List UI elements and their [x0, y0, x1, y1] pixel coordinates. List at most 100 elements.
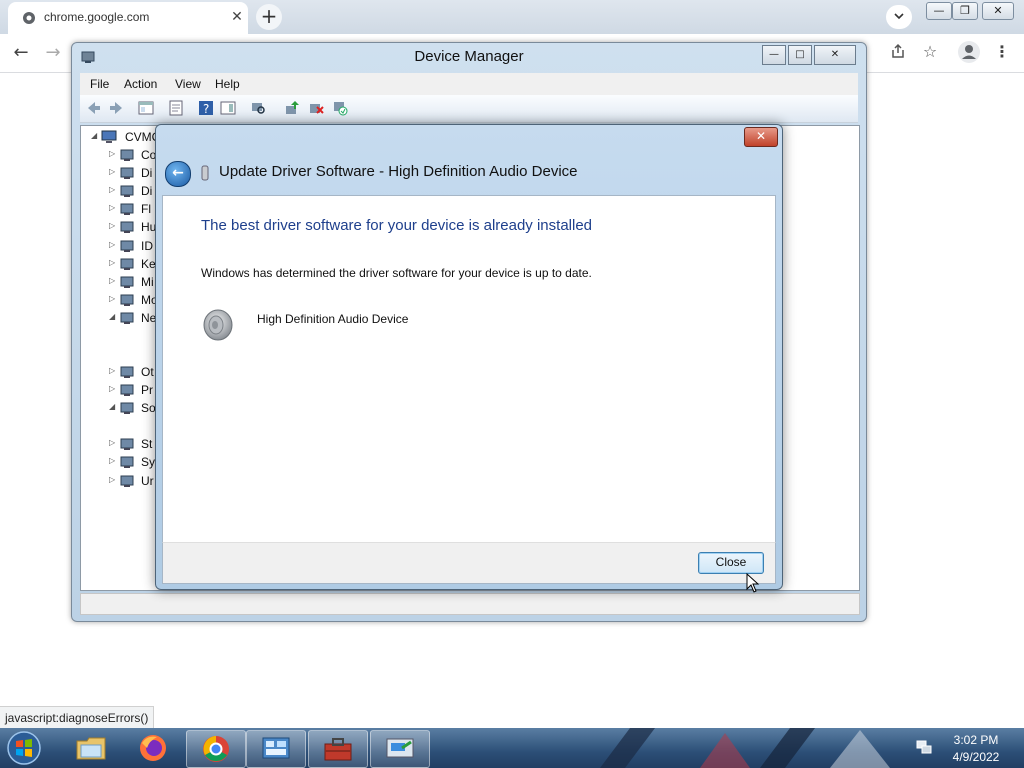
browser-menu-icon[interactable]: ⋮ — [994, 42, 1010, 62]
forward-arrow-icon[interactable] — [108, 100, 124, 116]
close-button[interactable]: Close — [698, 552, 764, 574]
sound-icon — [120, 402, 134, 415]
dialog-title: Update Driver Software - High Definition… — [219, 163, 578, 180]
expand-arrow-icon[interactable]: ▷ — [109, 149, 117, 158]
taskbar-firefox[interactable] — [124, 730, 182, 766]
window-title: Device Manager — [414, 48, 524, 65]
tab-search-button[interactable] — [886, 5, 912, 29]
taskbar: 3:02 PM 4/9/2022 — [0, 728, 1024, 768]
profile-avatar-icon[interactable] — [958, 41, 980, 63]
tree-item-label: Di — [141, 166, 153, 181]
chevron-down-icon — [894, 13, 904, 20]
expand-arrow-icon[interactable]: ▷ — [109, 438, 117, 447]
expand-arrow-icon[interactable]: ▷ — [109, 384, 117, 393]
status-bar — [80, 593, 860, 615]
mouse-cursor-icon — [746, 573, 760, 593]
restore-button[interactable]: ❐ — [952, 2, 978, 20]
clock-time[interactable]: 3:02 PM — [944, 733, 1008, 747]
hid-icon — [120, 221, 134, 234]
close-tab-icon[interactable]: ✕ — [228, 8, 246, 26]
new-tab-button[interactable]: + — [256, 4, 282, 30]
show-hide-tree-icon[interactable] — [138, 100, 154, 116]
display-adapter-icon — [120, 185, 134, 198]
menu-view[interactable]: View — [175, 77, 201, 91]
expand-arrow-icon[interactable]: ◢ — [109, 312, 117, 321]
computer-icon — [120, 149, 134, 161]
scan-hardware-icon[interactable] — [250, 100, 266, 116]
back-arrow-icon[interactable] — [86, 100, 102, 116]
maximize-button[interactable]: □ — [788, 45, 812, 65]
dialog-footer: Close — [162, 542, 776, 584]
tree-item-label: St — [141, 437, 153, 452]
clock-date[interactable]: 4/9/2022 — [944, 750, 1008, 764]
expand-arrow-icon[interactable]: ▷ — [109, 185, 117, 194]
firefox-icon — [140, 735, 166, 761]
expand-arrow-icon[interactable]: ▷ — [109, 456, 117, 465]
bookmark-star-icon[interactable]: ☆ — [920, 42, 940, 62]
minimize-button[interactable]: — — [762, 45, 786, 65]
close-window-button[interactable]: ✕ — [982, 2, 1014, 20]
toolbox-icon — [324, 738, 352, 761]
expand-arrow-icon[interactable]: ▷ — [109, 294, 117, 303]
start-button[interactable] — [2, 729, 46, 767]
expand-arrow-icon[interactable]: ▷ — [109, 221, 117, 230]
expand-arrow-icon[interactable]: ▷ — [109, 366, 117, 375]
taskbar-device-manager[interactable] — [370, 730, 430, 768]
disk-drive-icon — [120, 167, 134, 180]
device-manager-toolbar: ? — [80, 95, 858, 123]
browser-tab[interactable]: chrome.google.com ✕ — [8, 2, 248, 34]
taskbar-file-explorer[interactable] — [62, 730, 120, 766]
speaker-icon — [203, 309, 233, 341]
expand-arrow-icon[interactable]: ▷ — [109, 167, 117, 176]
dialog-heading: The best driver software for your device… — [201, 217, 593, 234]
action-pane-icon[interactable] — [220, 100, 236, 116]
other-devices-icon — [120, 366, 134, 378]
device-manager-icon — [386, 738, 414, 758]
processor-icon — [120, 384, 134, 397]
help-icon[interactable]: ? — [198, 100, 214, 116]
properties-icon[interactable] — [168, 100, 184, 116]
globe-icon — [23, 12, 35, 24]
menu-action[interactable]: Action — [124, 77, 157, 91]
back-arrow-icon[interactable]: ← — [165, 161, 191, 187]
taskbar-chrome[interactable] — [186, 730, 246, 768]
speaker-small-icon — [201, 165, 209, 181]
tree-item-label: Sy — [141, 455, 156, 470]
close-window-button[interactable]: ✕ — [814, 45, 856, 65]
taskbar-control-panel[interactable] — [246, 730, 306, 768]
menu-bar: File Action View Help — [80, 73, 858, 95]
tree-item-label: Ur — [141, 473, 154, 488]
computer-icon — [101, 130, 117, 143]
minimize-button[interactable]: — — [926, 2, 952, 20]
tree-item-label: Ke — [141, 256, 156, 271]
dialog-close-icon[interactable]: ✕ — [744, 127, 778, 147]
expand-arrow-icon[interactable]: ◢ — [109, 402, 117, 411]
enable-device-icon[interactable] — [332, 100, 348, 116]
menu-file[interactable]: File — [90, 77, 109, 91]
update-driver-icon[interactable] — [284, 100, 300, 116]
expand-arrow-icon[interactable]: ▷ — [109, 258, 117, 267]
expand-arrow-icon[interactable]: ▷ — [109, 203, 117, 212]
chrome-icon — [203, 736, 229, 762]
system-icon — [120, 456, 134, 469]
menu-help[interactable]: Help — [215, 77, 240, 91]
tree-item-label: ID — [141, 238, 153, 253]
tree-item-label: Di — [141, 184, 153, 199]
tab-title: chrome.google.com — [44, 10, 150, 24]
expand-arrow-icon[interactable]: ▷ — [109, 240, 117, 249]
network-tray-icon[interactable] — [916, 739, 932, 755]
share-icon[interactable] — [888, 43, 908, 63]
floppy-icon — [120, 203, 134, 216]
taskbar-toolbox[interactable] — [308, 730, 368, 768]
collapse-arrow-icon[interactable]: ◢ — [91, 131, 99, 140]
folder-icon — [76, 737, 106, 760]
expand-arrow-icon[interactable]: ▷ — [109, 475, 117, 484]
monitor-icon — [120, 294, 134, 306]
storage-icon — [120, 438, 134, 451]
forward-arrow-icon[interactable]: → — [42, 42, 64, 64]
uninstall-device-icon[interactable] — [308, 100, 324, 116]
expand-arrow-icon[interactable]: ▷ — [109, 276, 117, 285]
svg-text:?: ? — [203, 102, 209, 116]
dialog-message: Windows has determined the driver softwa… — [201, 266, 592, 280]
back-arrow-icon[interactable]: ← — [10, 42, 32, 64]
